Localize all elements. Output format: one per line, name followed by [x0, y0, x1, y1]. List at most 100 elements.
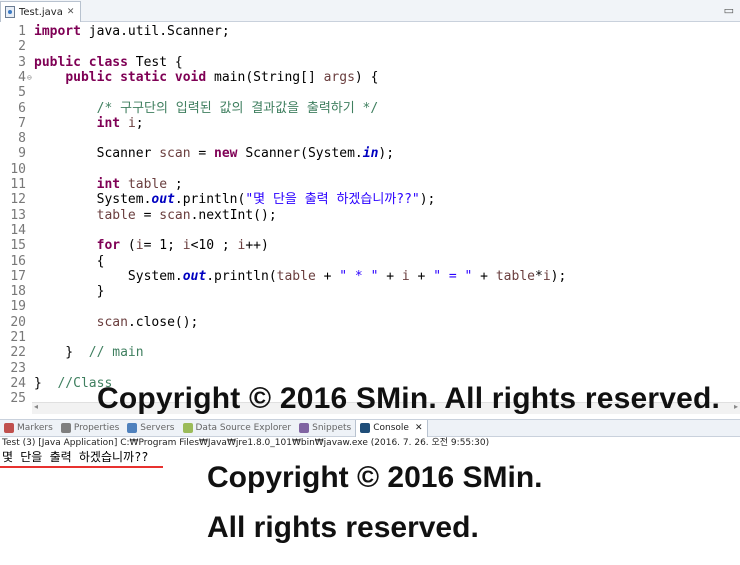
line-number: 6	[18, 100, 26, 116]
line-number: 3	[18, 54, 26, 70]
code-token: out	[182, 268, 207, 284]
code-line[interactable]: 13 table = scan.nextInt();	[0, 208, 740, 223]
code-token: table	[495, 268, 535, 284]
minimize-icon[interactable]: ▭	[724, 4, 734, 17]
code-token: }	[34, 345, 89, 361]
code-token: System.	[34, 192, 152, 208]
code-line[interactable]: 6 /* 구구단의 입력된 값의 결과값을 출력하기 */	[0, 101, 740, 116]
close-icon[interactable]: ✕	[415, 423, 423, 433]
code-line[interactable]: 4 ⊖ public static void main(String[] args…	[0, 70, 740, 85]
code-text: System.out.println("몇 단을 출력 하겠습니까??");	[34, 192, 436, 208]
line-number: 20	[10, 314, 26, 330]
code-token: =	[135, 207, 160, 223]
fold-toggle-icon[interactable]: ⊖	[27, 70, 32, 85]
code-token: System.	[34, 268, 183, 284]
code-line[interactable]: 12 System.out.println("몇 단을 출력 하겠습니까??")…	[0, 192, 740, 207]
line-number: 18	[10, 284, 26, 300]
code-line[interactable]: 9 Scanner scan = new Scanner(System.in);	[0, 146, 740, 161]
line-number: 17	[10, 268, 26, 284]
code-token: *	[534, 268, 543, 284]
line-number: 10	[10, 161, 26, 177]
code-token: Scanner	[34, 146, 160, 162]
code-line[interactable]: 1 import java.util.Scanner;	[0, 24, 740, 39]
console-tab-markers[interactable]: Markers	[0, 420, 57, 437]
code-text: }	[34, 284, 105, 300]
console-tab-console[interactable]: Console ✕	[355, 419, 428, 437]
console-tab-data-source-explorer[interactable]: Data Source Explorer	[179, 420, 296, 437]
code-line[interactable]: 14	[0, 223, 740, 238]
code-token: public static void	[65, 69, 207, 85]
line-number: 23	[10, 360, 26, 376]
code-line[interactable]: 2	[0, 39, 740, 54]
code-line[interactable]: 10	[0, 162, 740, 177]
line-number: 19	[10, 299, 26, 315]
code-line[interactable]: 19	[0, 299, 740, 314]
code-line[interactable]: 11 int table ;	[0, 177, 740, 192]
code-token: );	[550, 268, 567, 284]
line-number: 16	[10, 253, 26, 269]
code-token: scan	[96, 314, 128, 330]
code-token: = 1;	[143, 238, 183, 254]
code-token: args	[323, 69, 355, 85]
code-text: int table ;	[34, 177, 183, 192]
code-text: import java.util.Scanner;	[34, 24, 230, 39]
code-token: Test {	[127, 54, 183, 70]
line-number: 22	[10, 345, 26, 361]
code-line[interactable]: 8	[0, 131, 740, 146]
console-tab-label: Snippets	[312, 423, 352, 433]
code-token: in	[362, 146, 379, 162]
code-token: }	[34, 284, 105, 300]
code-token: ++)	[245, 238, 269, 254]
copyright-line: Copyright © 2016 SMin.	[207, 461, 543, 494]
editor-tab-test-java[interactable]: Test.java ✕	[0, 1, 82, 22]
line-number: 9	[18, 146, 26, 162]
code-line[interactable]: 3 public class Test {	[0, 55, 740, 70]
console-tab-snippets[interactable]: Snippets	[295, 420, 355, 437]
console-tab-servers[interactable]: Servers	[123, 420, 178, 437]
code-token: table	[276, 268, 316, 284]
code-line[interactable]: 5	[0, 85, 740, 100]
properties-icon	[60, 423, 71, 433]
code-text: int i;	[34, 116, 144, 131]
line-number: 5	[18, 85, 26, 101]
code-line[interactable]: 15 for (i= 1; i<10 ; i++)	[0, 238, 740, 253]
code-editor[interactable]: 1 import java.util.Scanner; 2 3 public class…	[0, 22, 740, 406]
scroll-left-icon[interactable]: ◂	[34, 402, 38, 411]
markers-icon	[4, 423, 14, 433]
line-number: 24	[10, 375, 26, 391]
code-line[interactable]: 21	[0, 330, 740, 345]
code-line[interactable]: 18 }	[0, 284, 740, 299]
code-token: " * "	[339, 268, 379, 284]
code-token: );	[419, 192, 436, 208]
code-token: // main	[88, 345, 144, 361]
code-token: import	[34, 24, 81, 39]
copyright-watermark: Copyright © 2016 SMin. All rights reserv…	[97, 382, 721, 415]
code-token: "몇 단을 출력 하겠습니까??"	[245, 192, 420, 208]
code-token: ;	[135, 115, 144, 131]
code-token: i	[135, 238, 144, 254]
console-tab-label: Properties	[73, 423, 120, 433]
code-line[interactable]: 17 System.out.println(table + " * " + i …	[0, 269, 740, 284]
console-tab-properties[interactable]: Properties	[57, 420, 123, 437]
code-token: +	[315, 268, 340, 284]
line-number: 7	[18, 115, 26, 131]
close-icon[interactable]: ✕	[67, 7, 75, 17]
code-token: ) {	[354, 69, 379, 85]
scroll-right-icon[interactable]: ▸	[734, 402, 738, 411]
code-text: Scanner scan = new Scanner(System.in);	[34, 146, 394, 161]
console-output-line[interactable]: 몇 단을 출력 하겠습니까??	[2, 449, 149, 465]
code-line[interactable]: 22 } // main	[0, 345, 740, 360]
snippets-icon	[299, 423, 310, 433]
code-line[interactable]: 23	[0, 361, 740, 376]
code-line[interactable]: 20 scan.close();	[0, 315, 740, 330]
code-line[interactable]: 7 int i;	[0, 116, 740, 131]
console-tab-label: Data Source Explorer	[195, 423, 292, 433]
code-line[interactable]: 16 {	[0, 254, 740, 269]
code-token: .println(	[174, 192, 246, 208]
red-underline	[0, 466, 163, 468]
